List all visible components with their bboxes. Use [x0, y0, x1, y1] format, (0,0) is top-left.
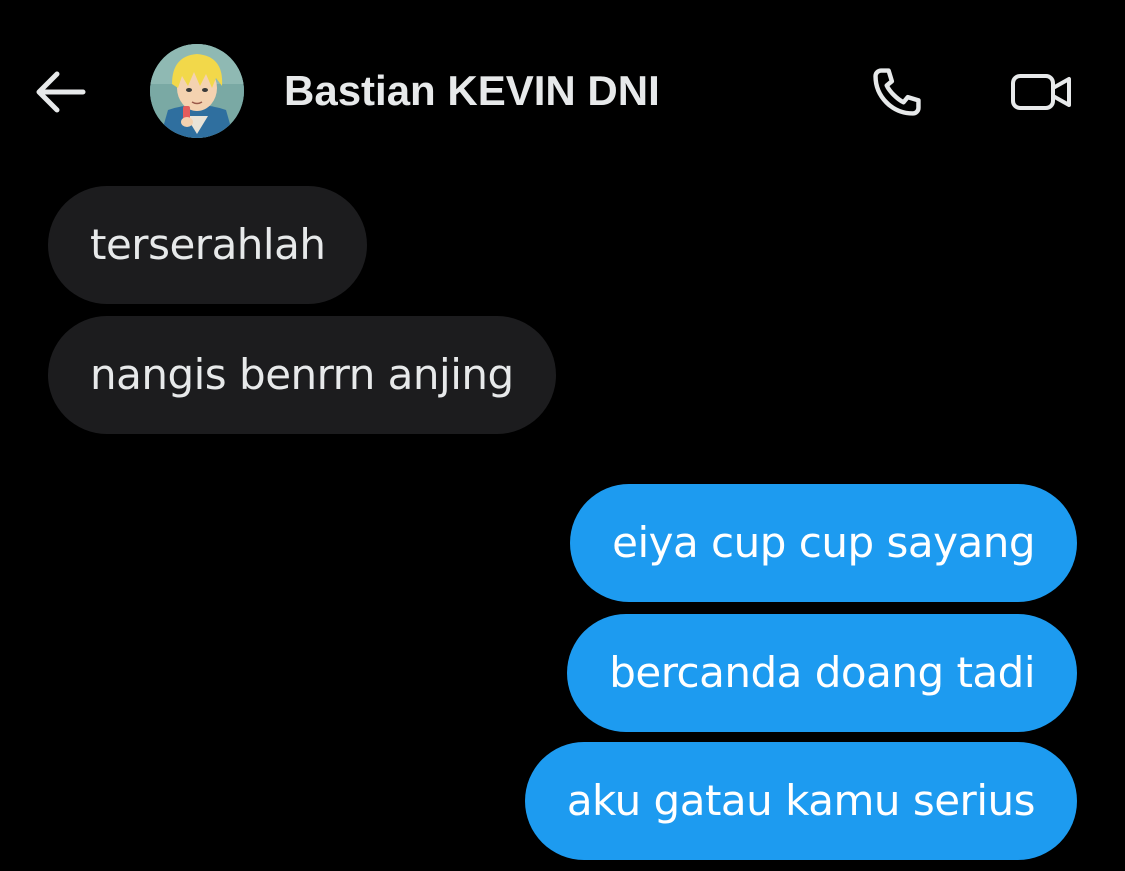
message-bubble-sent[interactable]: bercanda doang tadi: [567, 614, 1077, 732]
contact-name[interactable]: Bastian KEVIN DNI: [284, 64, 660, 118]
video-call-button[interactable]: [1000, 60, 1084, 124]
message-bubble-received[interactable]: nangis benrrn anjing: [48, 316, 556, 434]
voice-call-button[interactable]: [862, 60, 932, 124]
video-camera-icon: [1011, 74, 1071, 110]
contact-avatar-image: [150, 44, 244, 138]
avatar[interactable]: [150, 44, 244, 138]
message-bubble-received[interactable]: terserahlah: [48, 186, 368, 304]
phone-icon: [873, 68, 921, 116]
message-bubble-sent[interactable]: aku gatau kamu serius: [524, 742, 1077, 860]
back-button[interactable]: [30, 62, 90, 122]
message-bubble-sent[interactable]: eiya cup cup sayang: [570, 484, 1077, 602]
conversation-header: Bastian KEVIN DNI: [0, 0, 1125, 180]
arrow-left-icon: [36, 71, 86, 113]
